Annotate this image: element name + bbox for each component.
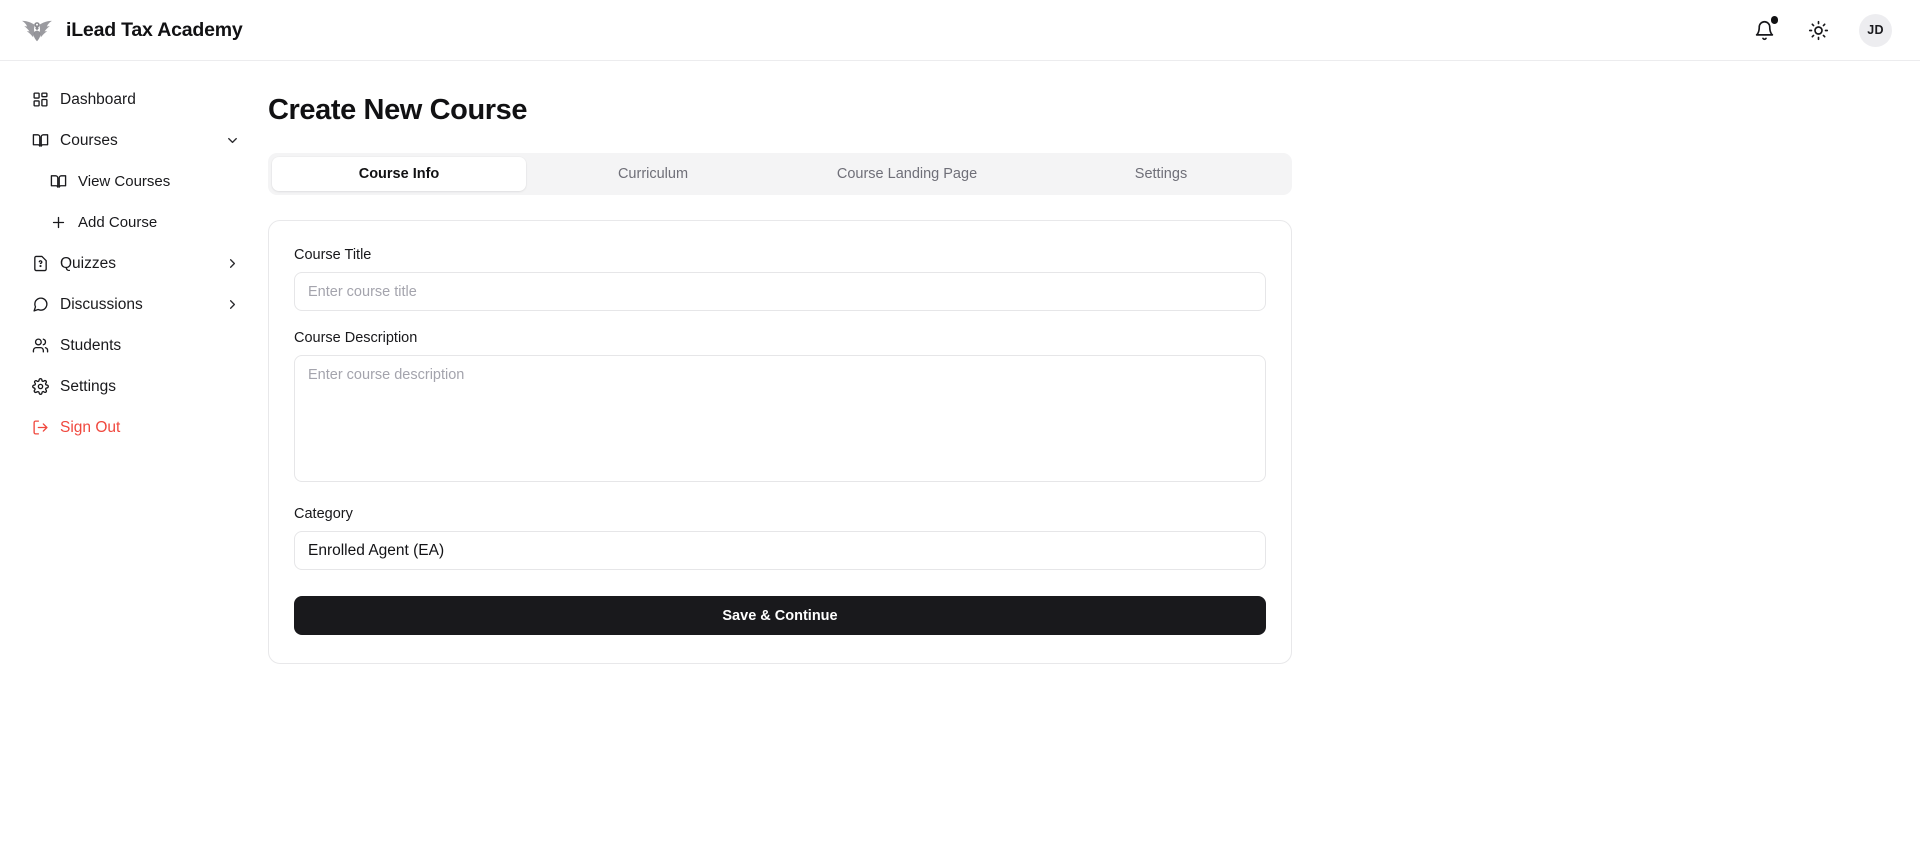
course-info-card: Course Title Course Description Category… [268, 220, 1292, 664]
sidebar-item-students[interactable]: Students [18, 325, 250, 366]
tab-course-info[interactable]: Course Info [272, 157, 526, 191]
field-category: Category Enrolled Agent (EA) [294, 506, 1266, 570]
sidebar-item-label: Discussions [60, 295, 143, 313]
message-icon [31, 296, 49, 314]
avatar[interactable]: JD [1859, 13, 1892, 47]
sidebar-item-label: Sign Out [60, 418, 121, 436]
sidebar-item-dashboard[interactable]: Dashboard [18, 79, 250, 120]
sidebar-item-label: Settings [60, 377, 117, 395]
sidebar-item-sign-out[interactable]: Sign Out [18, 407, 250, 448]
page-title: Create New Course [268, 94, 528, 126]
header-actions: JD [1751, 13, 1892, 47]
tab-bar: Course Info Curriculum Course Landing Pa… [268, 153, 1292, 195]
book-icon [31, 132, 49, 150]
chevron-right-icon [224, 256, 240, 272]
logout-icon [31, 419, 49, 437]
sidebar-item-label: Add Course [78, 214, 158, 231]
main-content: Create New Course Course Info Curriculum… [268, 61, 1920, 859]
tab-curriculum[interactable]: Curriculum [526, 157, 780, 191]
chevron-right-icon [224, 297, 240, 313]
sidebar: Dashboard Courses View Courses Add Cours… [0, 61, 268, 859]
category-label: Category [294, 506, 353, 522]
course-title-label: Course Title [294, 247, 372, 263]
course-title-input[interactable] [294, 272, 1266, 311]
bell-icon[interactable] [1751, 16, 1778, 43]
content-wrap: Create New Course Course Info Curriculum… [268, 94, 1292, 664]
sidebar-item-label: View Courses [78, 173, 171, 190]
save-continue-button[interactable]: Save & Continue [294, 596, 1266, 635]
sidebar-item-view-courses[interactable]: View Courses [18, 161, 250, 202]
grid-dashboard-icon [31, 91, 49, 109]
sun-icon[interactable] [1805, 17, 1831, 43]
plus-icon [49, 214, 67, 232]
brand-name: iLead Tax Academy [66, 18, 243, 41]
gear-icon [31, 378, 49, 396]
sidebar-item-label: Students [60, 336, 122, 354]
field-course-description: Course Description [294, 330, 1266, 487]
users-icon [31, 337, 49, 355]
category-select[interactable]: Enrolled Agent (EA) [294, 531, 1266, 570]
sidebar-item-label: Quizzes [60, 254, 116, 272]
sidebar-item-settings[interactable]: Settings [18, 366, 250, 407]
file-question-icon [31, 255, 49, 273]
course-description-label: Course Description [294, 330, 418, 346]
book-icon [49, 173, 67, 191]
sidebar-item-add-course[interactable]: Add Course [18, 202, 250, 243]
sidebar-item-label: Dashboard [60, 90, 136, 108]
sidebar-item-label: Courses [60, 131, 118, 149]
tab-course-landing-page[interactable]: Course Landing Page [780, 157, 1034, 191]
field-course-title: Course Title [294, 247, 1266, 311]
sidebar-item-courses[interactable]: Courses [18, 120, 250, 161]
notification-badge [1770, 16, 1778, 24]
app-header: iLead Tax Academy JD [0, 0, 1920, 61]
sidebar-item-quizzes[interactable]: Quizzes [18, 243, 250, 284]
course-description-input[interactable] [294, 355, 1266, 482]
sidebar-item-discussions[interactable]: Discussions [18, 284, 250, 325]
eagle-emblem-icon [20, 15, 54, 45]
brand[interactable]: iLead Tax Academy [20, 15, 243, 45]
chevron-down-icon [224, 133, 240, 149]
app-body: Dashboard Courses View Courses Add Cours… [0, 61, 1920, 859]
tab-settings[interactable]: Settings [1034, 157, 1288, 191]
